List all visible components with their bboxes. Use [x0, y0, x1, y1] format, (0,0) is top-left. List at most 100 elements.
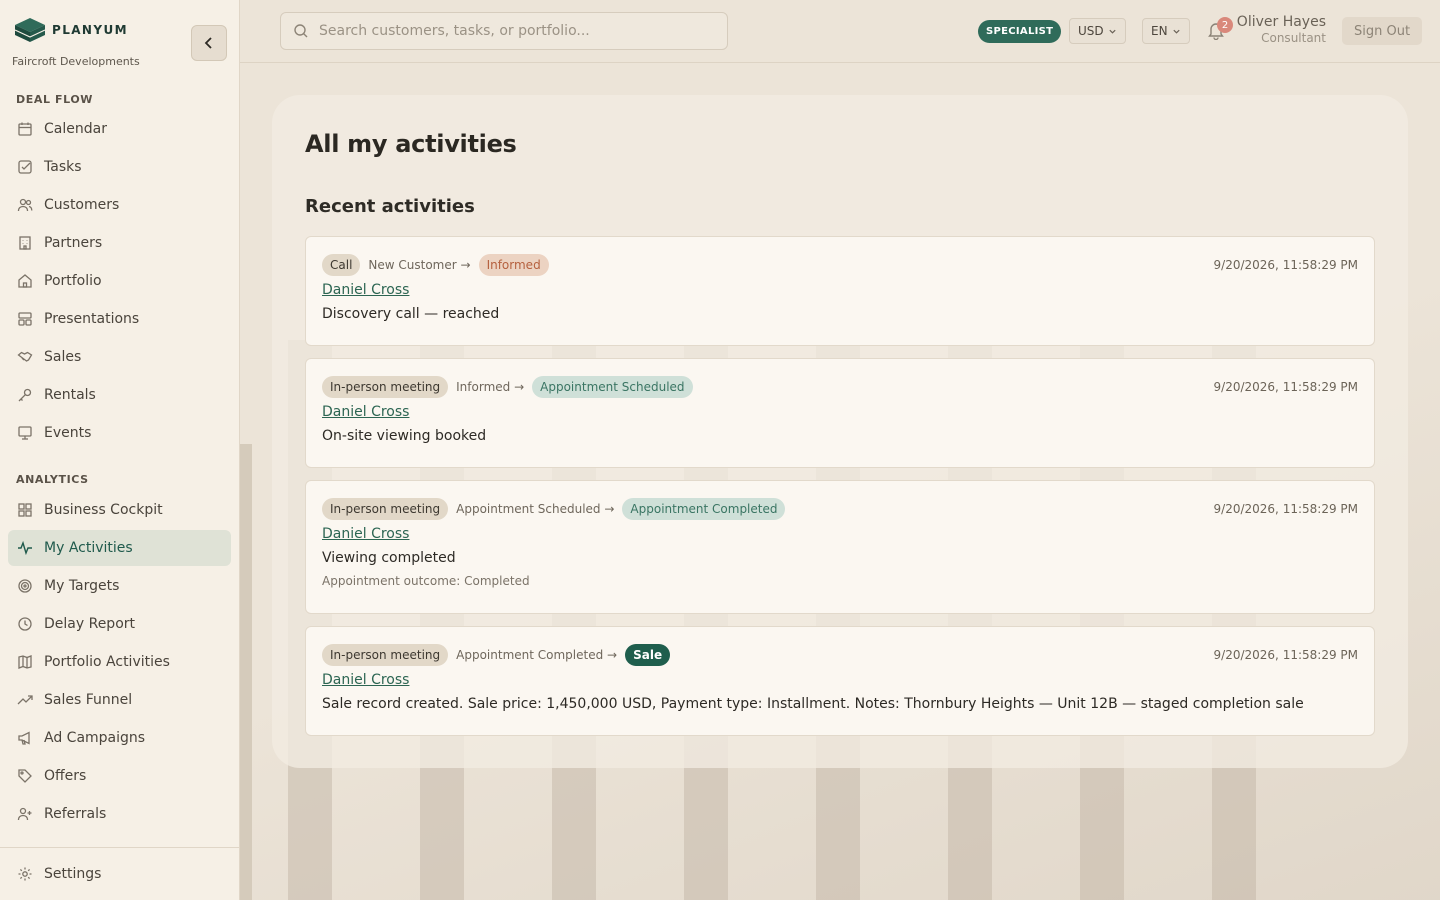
customer-link[interactable]: Daniel Cross: [322, 282, 409, 298]
activity-type-tag: In-person meeting: [322, 498, 449, 520]
activity-card: In-person meeting Informed → Appointment…: [305, 358, 1375, 468]
topbar: SPECIALIST USD EN 2 Oliver Hayes Consult…: [240, 0, 1440, 63]
activity-icon: [16, 539, 34, 557]
activity-description: Sale record created. Sale price: 1,450,0…: [322, 696, 1304, 712]
layout-icon: [16, 310, 34, 328]
clock-icon: [16, 615, 34, 633]
sidebar-item-calendar[interactable]: Calendar: [8, 111, 231, 147]
sidebar-item-partners[interactable]: Partners: [8, 225, 231, 261]
user-role: Consultant: [1261, 31, 1326, 45]
sidebar-item-referrals[interactable]: Referrals: [8, 796, 231, 832]
users-icon: [16, 196, 34, 214]
sidebar-item-events[interactable]: Events: [8, 415, 231, 451]
nav-deal-flow: Calendar Tasks Customers Partners Portfo…: [8, 111, 231, 453]
activity-timestamp: 9/20/2026, 11:58:29 PM: [1213, 502, 1358, 516]
stage-to-tag: Sale: [625, 644, 671, 666]
search-input[interactable]: [319, 23, 719, 39]
sidebar-item-label: Events: [44, 425, 92, 441]
customer-link[interactable]: Daniel Cross: [322, 672, 409, 688]
sidebar-item-label: Sales Funnel: [44, 692, 133, 708]
stage-from: Appointment Completed →: [456, 648, 618, 662]
section-title-deal-flow: DEAL FLOW: [16, 93, 94, 106]
sidebar-item-my-activities[interactable]: My Activities: [8, 530, 231, 566]
customer-link[interactable]: Daniel Cross: [322, 404, 409, 420]
section-title-recent: Recent activities: [305, 196, 475, 217]
currency-value: USD: [1078, 24, 1104, 38]
activity-note: Appointment outcome: Completed: [322, 574, 530, 588]
trend-icon: [16, 691, 34, 709]
user-menu[interactable]: Oliver Hayes Consultant: [1237, 14, 1326, 45]
sidebar-item-label: Ad Campaigns: [44, 730, 146, 746]
section-title-analytics: ANALYTICS: [16, 473, 89, 486]
task-check-icon: [16, 158, 34, 176]
sign-out-button[interactable]: Sign Out: [1342, 17, 1423, 45]
notification-count-badge: 2: [1217, 17, 1233, 33]
sidebar-item-offers[interactable]: Offers: [8, 758, 231, 794]
map-icon: [16, 653, 34, 671]
home-icon: [16, 272, 34, 290]
activity-type-tag: In-person meeting: [322, 376, 449, 398]
collapse-sidebar-button[interactable]: [191, 25, 227, 61]
sidebar-item-customers[interactable]: Customers: [8, 187, 231, 223]
sidebar: PLANYUM Faircroft Developments DEAL FLOW…: [0, 0, 252, 900]
grid-icon: [16, 501, 34, 519]
sidebar-item-delay-report[interactable]: Delay Report: [8, 606, 231, 642]
target-icon: [16, 577, 34, 595]
sidebar-item-label: Rentals: [44, 387, 96, 403]
sidebar-item-label: Sales: [44, 349, 82, 365]
activity-card: Call New Customer → Informed 9/20/2026, …: [305, 236, 1375, 346]
language-value: EN: [1151, 24, 1168, 38]
sidebar-item-label: Tasks: [44, 159, 82, 175]
activity-timestamp: 9/20/2026, 11:58:29 PM: [1213, 380, 1358, 394]
sidebar-item-tasks[interactable]: Tasks: [8, 149, 231, 185]
activity-description: Viewing completed: [322, 550, 456, 566]
activity-timestamp: 9/20/2026, 11:58:29 PM: [1213, 648, 1358, 662]
key-icon: [16, 386, 34, 404]
currency-select[interactable]: USD: [1069, 18, 1126, 44]
nav-settings: Settings: [8, 856, 231, 894]
megaphone-icon: [16, 729, 34, 747]
stage-from: Informed →: [456, 380, 525, 394]
search-box[interactable]: [280, 12, 728, 50]
activity-type-tag: In-person meeting: [322, 644, 449, 666]
sidebar-scrollbar[interactable]: [240, 444, 252, 900]
sidebar-divider: [0, 847, 239, 848]
activity-type-tag: Call: [322, 254, 361, 276]
gear-icon: [16, 865, 34, 883]
handshake-icon: [16, 348, 34, 366]
language-select[interactable]: EN: [1142, 18, 1190, 44]
stage-from: Appointment Scheduled →: [456, 502, 615, 516]
sidebar-item-rentals[interactable]: Rentals: [8, 377, 231, 413]
sidebar-item-presentations[interactable]: Presentations: [8, 301, 231, 337]
sidebar-item-label: My Activities: [44, 540, 133, 556]
sidebar-item-settings[interactable]: Settings: [8, 856, 231, 892]
sidebar-item-my-targets[interactable]: My Targets: [8, 568, 231, 604]
sidebar-item-sales[interactable]: Sales: [8, 339, 231, 375]
chevron-down-icon: [1109, 29, 1116, 34]
sidebar-item-business-cockpit[interactable]: Business Cockpit: [8, 492, 231, 528]
sidebar-item-label: My Targets: [44, 578, 120, 594]
sidebar-item-portfolio-activities[interactable]: Portfolio Activities: [8, 644, 231, 680]
role-badge: SPECIALIST: [978, 20, 1062, 43]
customer-link[interactable]: Daniel Cross: [322, 526, 409, 542]
calendar-icon: [16, 120, 34, 138]
sidebar-item-label: Business Cockpit: [44, 502, 163, 518]
sidebar-item-label: Settings: [44, 866, 102, 882]
stage-from: New Customer →: [368, 258, 471, 272]
nav-analytics: Business Cockpit My Activities My Target…: [8, 492, 231, 834]
sidebar-item-label: Calendar: [44, 121, 107, 137]
tag-icon: [16, 767, 34, 785]
activity-description: Discovery call — reached: [322, 306, 500, 322]
stage-from-label: Appointment Scheduled: [456, 502, 601, 516]
activity-card: In-person meeting Appointment Scheduled …: [305, 480, 1375, 614]
sidebar-item-label: Referrals: [44, 806, 107, 822]
sidebar-item-sales-funnel[interactable]: Sales Funnel: [8, 682, 231, 718]
page-title: All my activities: [305, 130, 517, 158]
sidebar-item-label: Portfolio: [44, 273, 102, 289]
sidebar-item-portfolio[interactable]: Portfolio: [8, 263, 231, 299]
sidebar-item-ad-campaigns[interactable]: Ad Campaigns: [8, 720, 231, 756]
sidebar-item-label: Partners: [44, 235, 103, 251]
sidebar-item-label: Portfolio Activities: [44, 654, 170, 670]
activity-card: In-person meeting Appointment Completed …: [305, 626, 1375, 736]
brand[interactable]: PLANYUM: [14, 17, 128, 43]
